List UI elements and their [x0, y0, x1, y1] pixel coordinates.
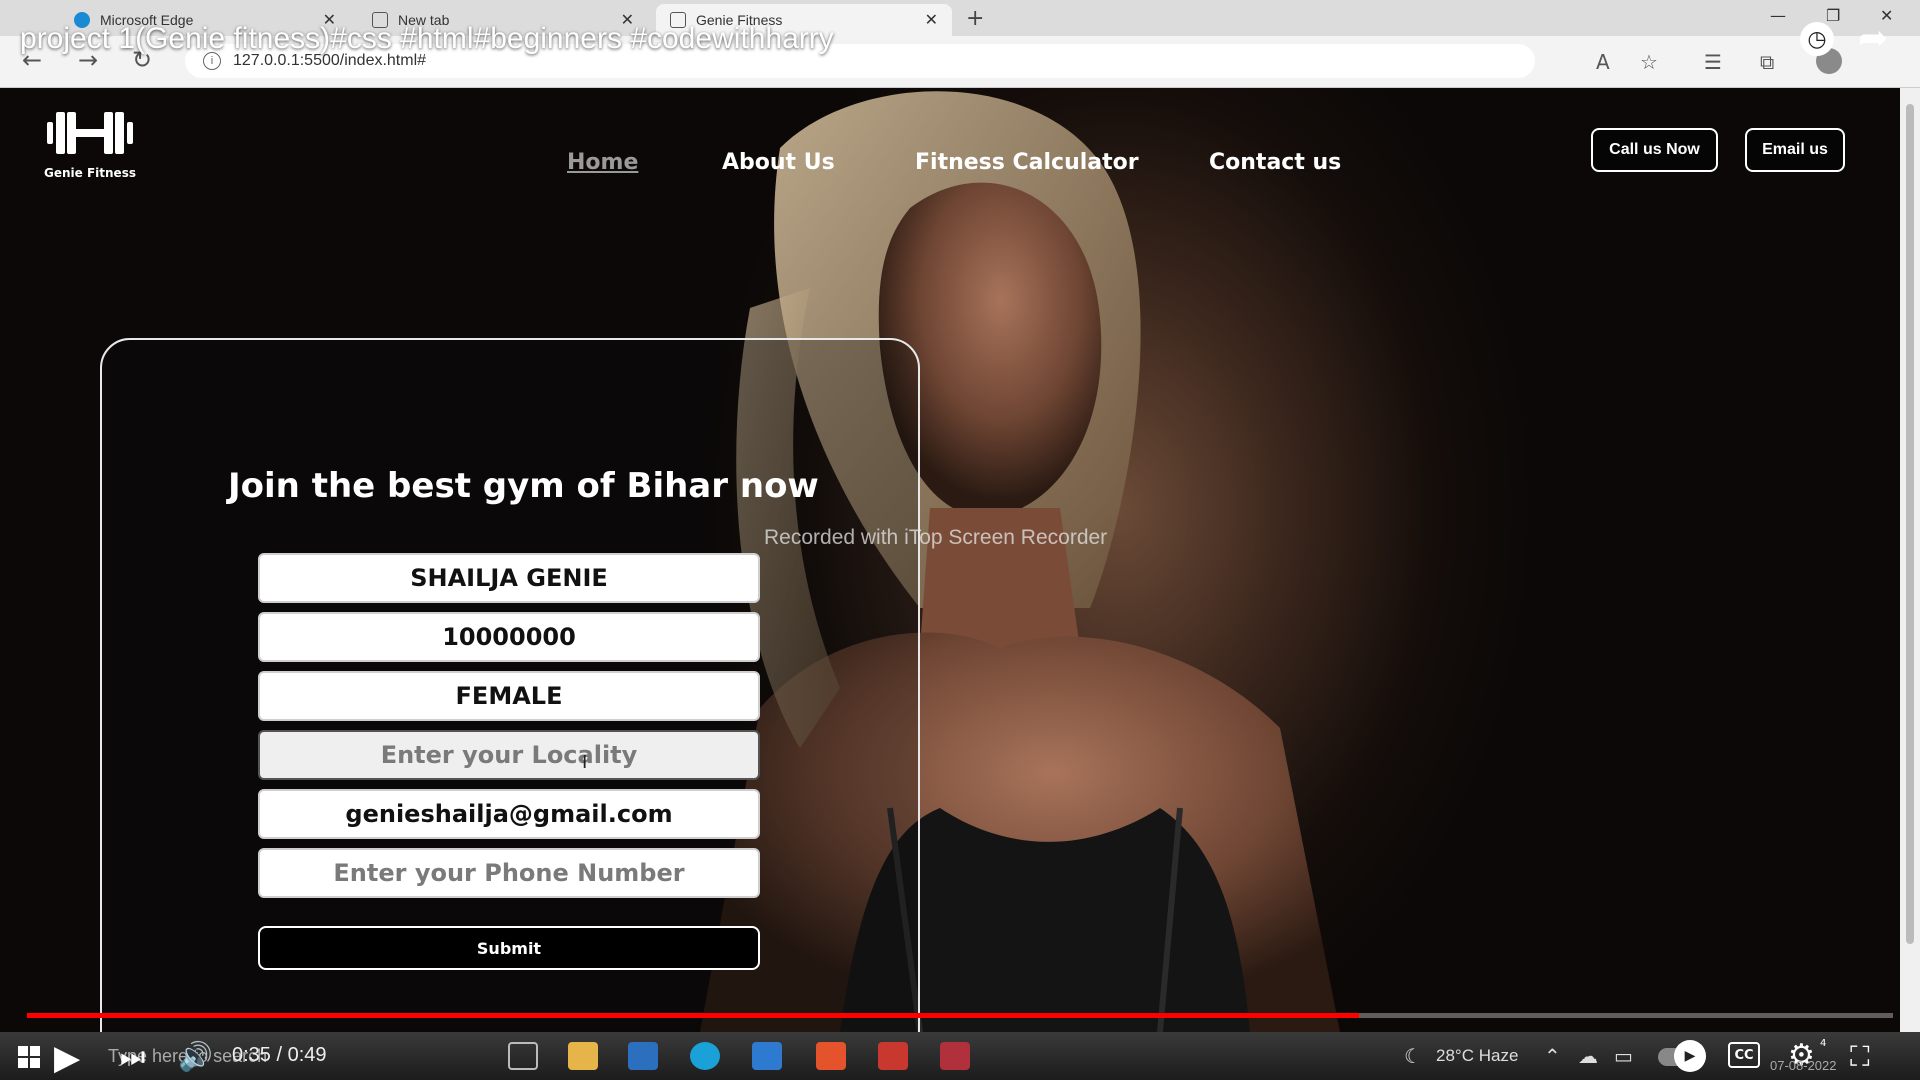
- edge-taskbar-icon[interactable]: [690, 1042, 720, 1070]
- scrollbar-thumb[interactable]: [1906, 104, 1914, 944]
- watch-later-clock-icon[interactable]: ◷: [1800, 22, 1834, 56]
- text-cursor-icon: I: [582, 752, 588, 773]
- vscode-icon[interactable]: [752, 1042, 782, 1070]
- close-icon[interactable]: ✕: [925, 10, 938, 30]
- play-icon[interactable]: ▶: [54, 1038, 80, 1078]
- phone-field[interactable]: [258, 848, 760, 898]
- video-progress-fill: [27, 1013, 1360, 1018]
- nav-contact-us[interactable]: Contact us: [1209, 150, 1341, 175]
- autoplay-play-icon[interactable]: ▶: [1674, 1040, 1706, 1072]
- email-us-button[interactable]: Email us: [1745, 128, 1845, 172]
- brave-icon[interactable]: [816, 1042, 846, 1070]
- site-logo[interactable]: Genie Fitness: [40, 108, 140, 180]
- gender-field[interactable]: [258, 671, 760, 721]
- settings-badge: 4: [1820, 1038, 1827, 1049]
- favorites-icon[interactable]: ☰: [1704, 50, 1722, 74]
- battery-icon: ▭: [1614, 1044, 1633, 1068]
- file-explorer-icon[interactable]: [568, 1042, 598, 1070]
- windows-start-icon[interactable]: [18, 1046, 40, 1068]
- amount-field[interactable]: [258, 612, 760, 662]
- favorite-star-icon[interactable]: ☆: [1640, 50, 1658, 74]
- recorder-watermark: Recorded with iTop Screen Recorder: [764, 526, 1108, 549]
- onedrive-icon[interactable]: ☁: [1578, 1044, 1598, 1068]
- nav-home[interactable]: Home: [567, 150, 638, 175]
- taskbar-date: 07-08-2022: [1770, 1058, 1837, 1073]
- minimize-icon[interactable]: —: [1770, 6, 1786, 25]
- locality-field[interactable]: [258, 730, 760, 780]
- exit-fullscreen-icon[interactable]: ⛶: [1850, 1040, 1870, 1074]
- app-icon[interactable]: [878, 1042, 908, 1070]
- restore-icon[interactable]: ❐: [1826, 6, 1840, 25]
- task-view-icon[interactable]: [508, 1042, 538, 1070]
- nav-fitness-calculator[interactable]: Fitness Calculator: [915, 150, 1139, 175]
- page-scrollbar[interactable]: [1900, 88, 1920, 1032]
- screen-recorder-icon[interactable]: [940, 1042, 970, 1070]
- captions-button[interactable]: CC: [1728, 1042, 1760, 1068]
- mail-icon[interactable]: [628, 1042, 658, 1070]
- collections-icon[interactable]: ⧉: [1760, 50, 1774, 74]
- share-arrow-icon[interactable]: ➦: [1858, 18, 1888, 59]
- call-us-now-button[interactable]: Call us Now: [1591, 128, 1718, 172]
- dumbbell-icon: [47, 112, 133, 154]
- email-field[interactable]: [258, 789, 760, 839]
- logo-text: Genie Fitness: [44, 166, 136, 180]
- video-title: project 1(Genie fitness)#css #html#begin…: [20, 22, 834, 55]
- video-time: 0:35 / 0:49: [232, 1044, 327, 1066]
- volume-icon[interactable]: 🔊: [178, 1040, 213, 1073]
- tray-chevron-icon[interactable]: ⌃: [1544, 1044, 1561, 1068]
- video-progress-bar[interactable]: [27, 1013, 1893, 1018]
- submit-button[interactable]: Submit: [258, 926, 760, 970]
- weather-text: 28°C Haze: [1436, 1046, 1519, 1065]
- read-aloud-icon[interactable]: A: [1596, 50, 1610, 74]
- next-video-icon[interactable]: ⏭: [120, 1040, 145, 1074]
- form-heading: Join the best gym of Bihar now: [228, 466, 819, 506]
- name-field[interactable]: [258, 553, 760, 603]
- nav-about-us[interactable]: About Us: [722, 150, 835, 175]
- video-controls: ▶ Type here to search ⏭ 🔊 0:35 / 0:49 ☾ …: [0, 1032, 1920, 1080]
- weather-icon: ☾: [1404, 1044, 1422, 1068]
- new-tab-button[interactable]: +: [966, 6, 984, 31]
